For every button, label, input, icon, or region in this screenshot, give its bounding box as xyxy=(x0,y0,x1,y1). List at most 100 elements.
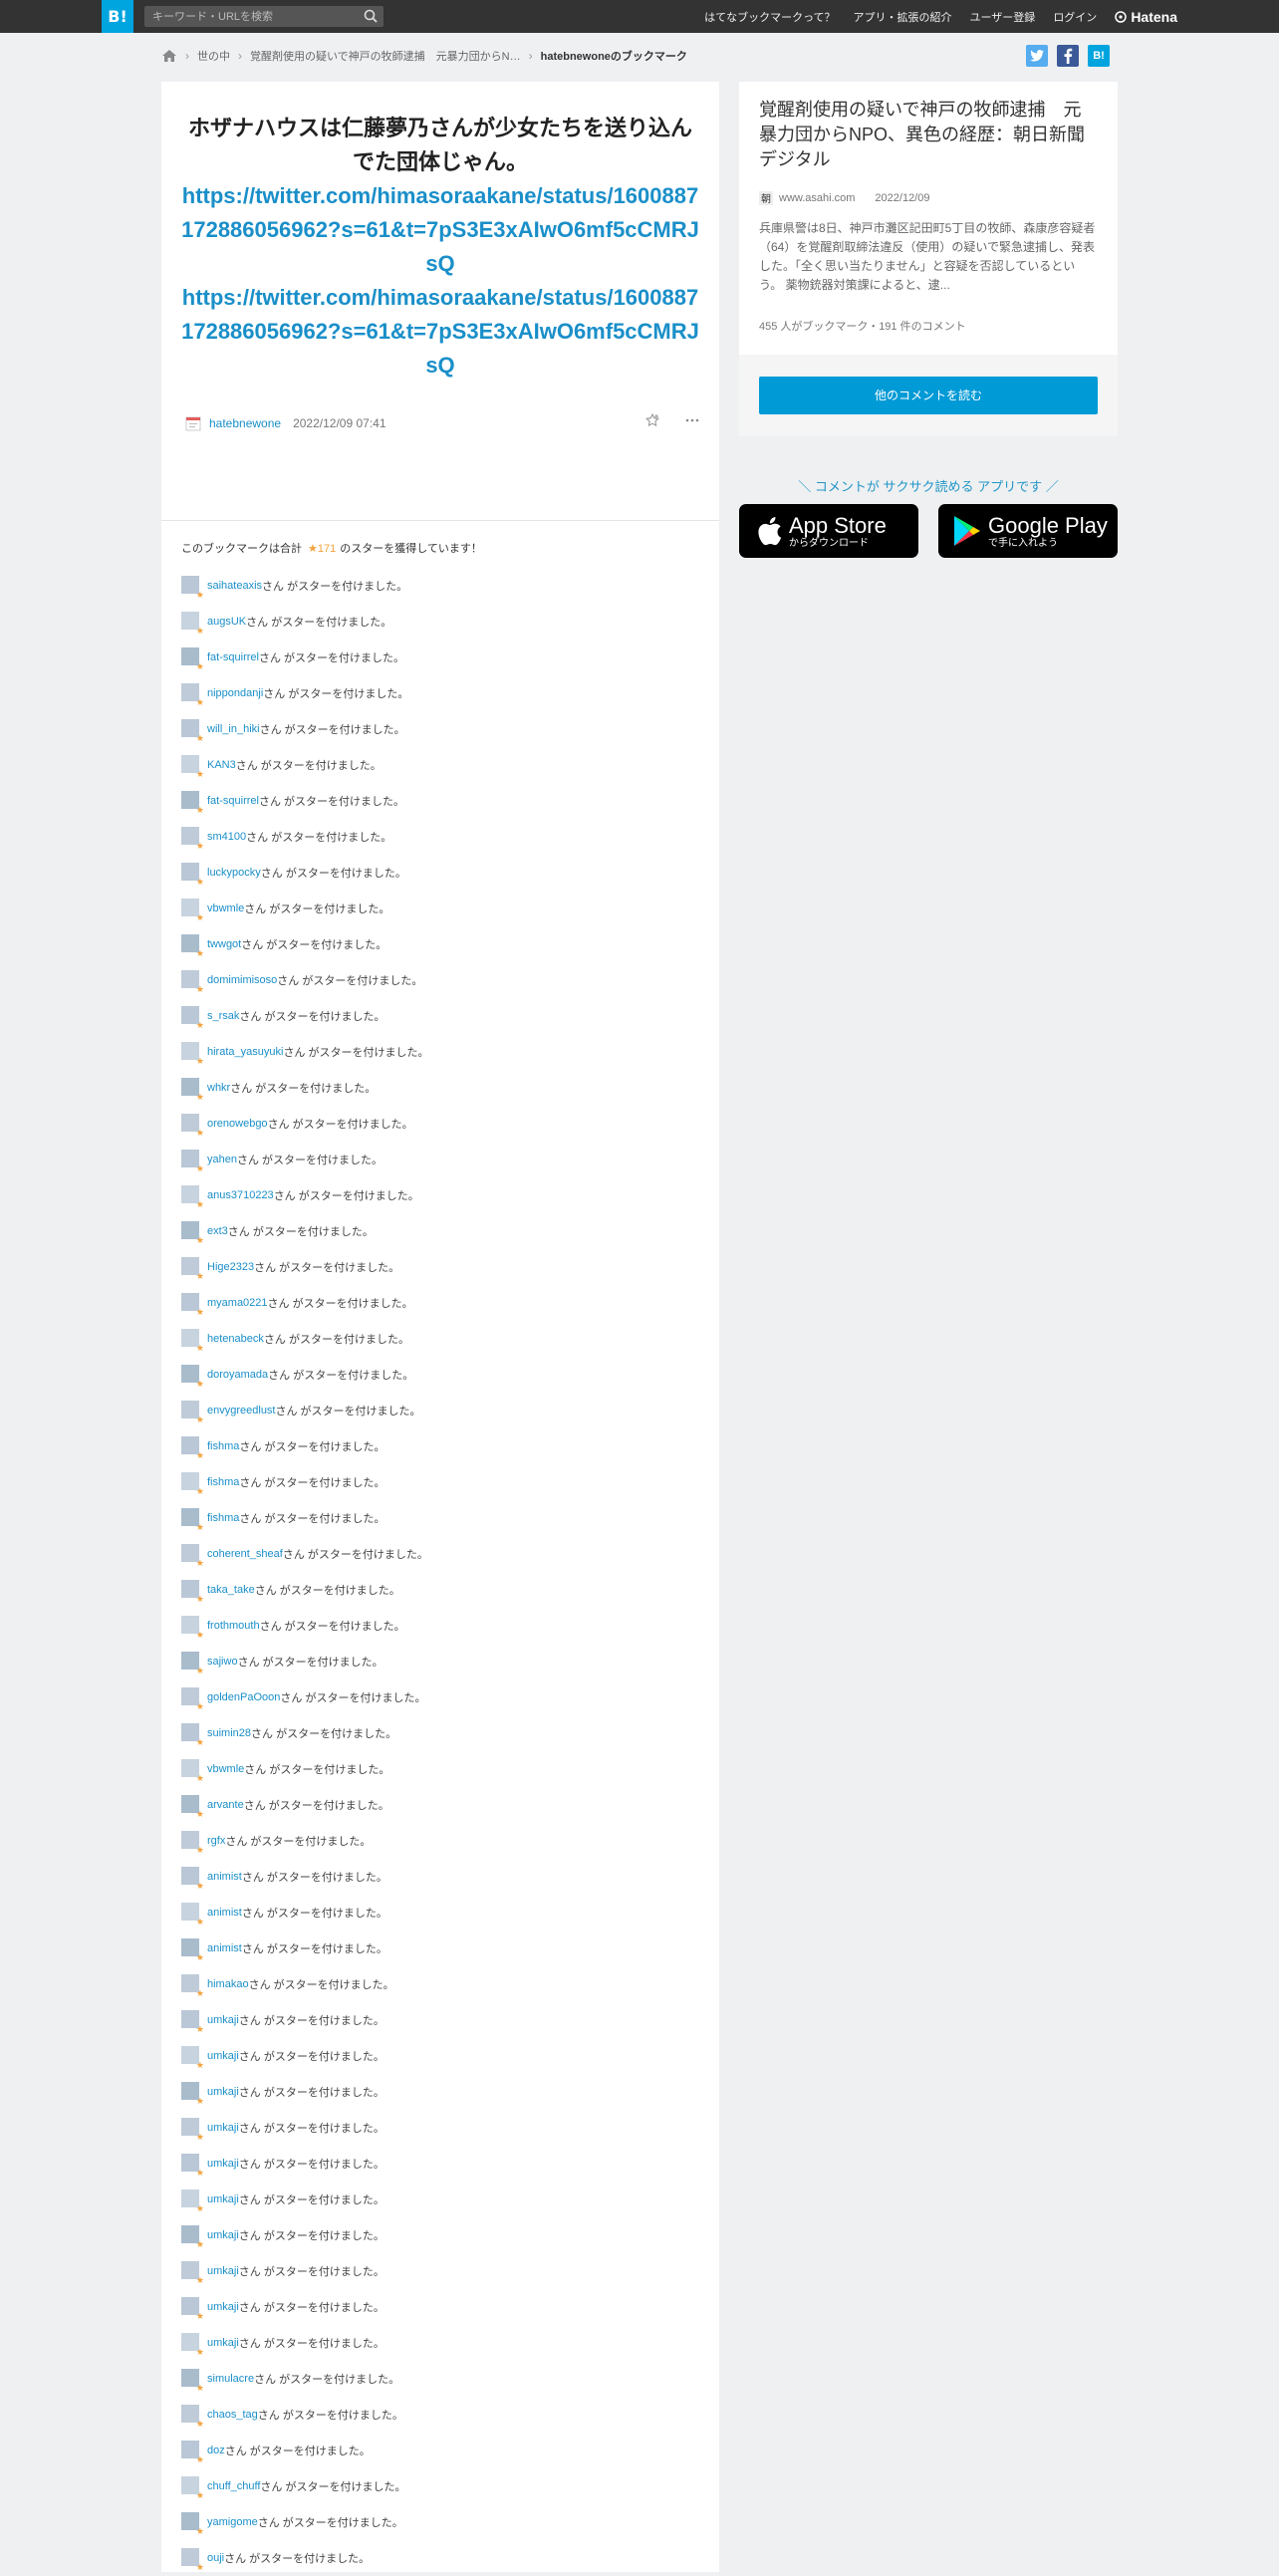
avatar[interactable]: ★ xyxy=(181,2154,204,2178)
star-user-link[interactable]: umkaji xyxy=(207,2086,239,2098)
entry-domain[interactable]: www.asahi.com xyxy=(779,192,855,204)
star-user-link[interactable]: doroyamada xyxy=(207,1369,268,1381)
avatar[interactable]: ★ xyxy=(181,2297,204,2321)
user-avatar-icon[interactable] xyxy=(185,415,201,431)
more-options-icon[interactable] xyxy=(685,418,699,422)
google-play-badge[interactable]: Google Play で手に入れよう xyxy=(938,504,1118,558)
avatar[interactable]: ★ xyxy=(181,1365,204,1389)
search-input[interactable] xyxy=(144,6,349,27)
star-user-link[interactable]: animist xyxy=(207,1942,242,1954)
avatar[interactable]: ★ xyxy=(181,934,204,958)
star-user-link[interactable]: ouji xyxy=(207,2552,224,2564)
star-user-link[interactable]: s_rsak xyxy=(207,1010,239,1022)
star-user-link[interactable]: yahen xyxy=(207,1154,237,1165)
avatar[interactable]: ★ xyxy=(181,2512,204,2536)
avatar[interactable]: ★ xyxy=(181,612,204,636)
avatar[interactable]: ★ xyxy=(181,2333,204,2357)
comment-link[interactable]: https://twitter.com/himasoraakane/status… xyxy=(181,179,699,281)
avatar[interactable]: ★ xyxy=(181,1687,204,1711)
avatar[interactable]: ★ xyxy=(181,863,204,887)
avatar[interactable]: ★ xyxy=(181,1580,204,1604)
avatar[interactable]: ★ xyxy=(181,683,204,707)
star-user-link[interactable]: ext3 xyxy=(207,1225,228,1237)
hatena-bookmark-share-button[interactable]: B! xyxy=(1088,45,1110,67)
avatar[interactable]: ★ xyxy=(181,899,204,922)
star-user-link[interactable]: hetenabeck xyxy=(207,1333,264,1345)
avatar[interactable]: ★ xyxy=(181,1652,204,1675)
star-user-link[interactable]: chaos_tag xyxy=(207,2409,258,2421)
nav-login[interactable]: ログイン xyxy=(1053,9,1097,25)
star-user-link[interactable]: umkaji xyxy=(207,2193,239,2205)
avatar[interactable]: ★ xyxy=(181,1831,204,1855)
avatar[interactable]: ★ xyxy=(181,970,204,994)
star-user-link[interactable]: umkaji xyxy=(207,2337,239,2349)
star-user-link[interactable]: arvante xyxy=(207,1799,244,1811)
star-user-link[interactable]: umkaji xyxy=(207,2050,239,2062)
avatar[interactable]: ★ xyxy=(181,1006,204,1030)
star-user-link[interactable]: umkaji xyxy=(207,2158,239,2170)
star-user-link[interactable]: himakao xyxy=(207,1978,249,1990)
avatar[interactable]: ★ xyxy=(181,1078,204,1102)
avatar[interactable]: ★ xyxy=(181,1974,204,1998)
star-user-link[interactable]: twwgot xyxy=(207,938,241,950)
add-star-icon[interactable] xyxy=(645,413,659,427)
avatar[interactable]: ★ xyxy=(181,1436,204,1460)
avatar[interactable]: ★ xyxy=(181,1150,204,1173)
star-user-link[interactable]: fishma xyxy=(207,1476,239,1488)
avatar[interactable]: ★ xyxy=(181,1759,204,1783)
avatar[interactable]: ★ xyxy=(181,1472,204,1496)
facebook-share-button[interactable] xyxy=(1057,45,1079,67)
avatar[interactable]: ★ xyxy=(181,719,204,743)
avatar[interactable]: ★ xyxy=(181,2548,204,2572)
read-other-comments-button[interactable]: 他のコメントを読む xyxy=(759,377,1098,414)
star-user-link[interactable]: will_in_hiki xyxy=(207,723,260,735)
avatar[interactable]: ★ xyxy=(181,2190,204,2213)
avatar[interactable]: ★ xyxy=(181,1508,204,1532)
star-user-link[interactable]: umkaji xyxy=(207,2122,239,2134)
star-user-link[interactable]: fat-squirrel xyxy=(207,795,259,807)
avatar[interactable]: ★ xyxy=(181,2225,204,2249)
star-user-link[interactable]: doz xyxy=(207,2445,225,2456)
star-user-link[interactable]: simulacre xyxy=(207,2373,254,2385)
avatar[interactable]: ★ xyxy=(181,2476,204,2500)
star-user-link[interactable]: goldenPaOoon xyxy=(207,1691,280,1703)
avatar[interactable]: ★ xyxy=(181,2369,204,2393)
breadcrumb-entry[interactable]: 覚醒剤使用の疑いで神戸の牧師逮捕 元暴力団からN… xyxy=(250,48,521,64)
star-user-link[interactable]: fishma xyxy=(207,1512,239,1524)
avatar[interactable]: ★ xyxy=(181,1723,204,1747)
avatar[interactable]: ★ xyxy=(181,2405,204,2429)
star-user-link[interactable]: umkaji xyxy=(207,2265,239,2277)
avatar[interactable]: ★ xyxy=(181,1867,204,1891)
star-user-link[interactable]: domimimisoso xyxy=(207,974,277,986)
avatar[interactable]: ★ xyxy=(181,647,204,671)
twitter-share-button[interactable] xyxy=(1026,45,1048,67)
star-user-link[interactable]: nippondanji xyxy=(207,687,263,699)
avatar[interactable]: ★ xyxy=(181,2046,204,2070)
star-user-link[interactable]: KAN3 xyxy=(207,759,236,771)
avatar[interactable]: ★ xyxy=(181,2261,204,2285)
avatar[interactable]: ★ xyxy=(181,2441,204,2464)
avatar[interactable]: ★ xyxy=(181,1221,204,1245)
star-user-link[interactable]: suimin28 xyxy=(207,1727,251,1739)
star-user-link[interactable]: saihateaxis xyxy=(207,580,262,592)
star-user-link[interactable]: vbwmle xyxy=(207,902,244,914)
bookmark-user[interactable]: hatebnewone xyxy=(209,416,281,430)
avatar[interactable]: ★ xyxy=(181,1903,204,1927)
star-user-link[interactable]: sajiwo xyxy=(207,1656,238,1668)
search-icon[interactable] xyxy=(363,8,380,25)
avatar[interactable]: ★ xyxy=(181,1329,204,1353)
star-user-link[interactable]: animist xyxy=(207,1871,242,1883)
star-user-link[interactable]: myama0221 xyxy=(207,1297,268,1309)
star-user-link[interactable]: umkaji xyxy=(207,2229,239,2241)
nav-register[interactable]: ユーザー登録 xyxy=(970,9,1036,25)
star-count[interactable]: ★171 xyxy=(308,542,336,555)
entry-title[interactable]: 覚醒剤使用の疑いで神戸の牧師逮捕 元暴力団からNPO、異色の経歴：朝日新聞デジタ… xyxy=(759,98,1098,172)
star-user-link[interactable]: whkr xyxy=(207,1082,230,1094)
star-user-link[interactable]: fishma xyxy=(207,1440,239,1452)
avatar[interactable]: ★ xyxy=(181,1544,204,1568)
nav-about[interactable]: はてなブックマークって？ xyxy=(704,9,835,25)
star-user-link[interactable]: orenowebgo xyxy=(207,1118,268,1130)
avatar[interactable]: ★ xyxy=(181,1401,204,1424)
avatar[interactable]: ★ xyxy=(181,2118,204,2142)
star-user-link[interactable]: hirata_yasuyuki xyxy=(207,1046,283,1058)
